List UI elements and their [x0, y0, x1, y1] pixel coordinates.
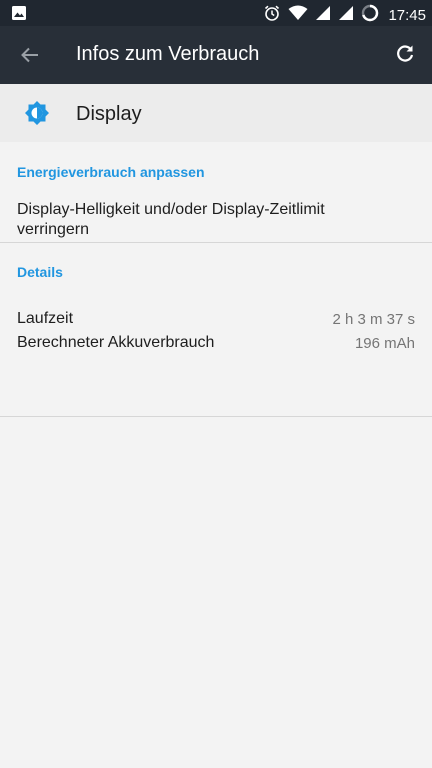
- brightness-icon: [24, 100, 50, 126]
- cell-signal-icon: [338, 5, 354, 26]
- detail-label: Berechneter Akkuverbrauch: [17, 334, 215, 351]
- detail-row-runtime: Laufzeit 2 h 3 m 37 s: [17, 310, 415, 332]
- suggestion-item[interactable]: Display-Helligkeit und/oder Display-Zeit…: [17, 200, 377, 240]
- detail-value: 2 h 3 m 37 s: [332, 311, 415, 328]
- cell-signal-icon: [315, 5, 331, 26]
- image-notification-icon: [11, 5, 27, 26]
- page-title: Infos zum Verbrauch: [76, 43, 260, 65]
- status-bar: 17:45: [0, 0, 432, 26]
- alarm-icon: [263, 4, 281, 27]
- arrow-back-icon[interactable]: [18, 43, 42, 67]
- detail-row-battery-usage: Berechneter Akkuverbrauch 196 mAh: [17, 334, 415, 356]
- divider: [0, 242, 432, 243]
- status-time: 17:45: [388, 7, 426, 24]
- refresh-icon[interactable]: [393, 42, 417, 66]
- app-toolbar: Infos zum Verbrauch: [0, 26, 432, 84]
- battery-ring-icon: [361, 4, 379, 27]
- wifi-icon: [288, 5, 308, 26]
- detail-value: 196 mAh: [354, 335, 415, 352]
- section-header-adjust: Energieverbrauch anpassen: [17, 164, 205, 180]
- app-header: Display: [0, 84, 432, 142]
- section-header-details: Details: [17, 264, 63, 280]
- divider: [0, 416, 432, 417]
- detail-label: Laufzeit: [17, 310, 74, 327]
- app-name: Display: [76, 103, 142, 125]
